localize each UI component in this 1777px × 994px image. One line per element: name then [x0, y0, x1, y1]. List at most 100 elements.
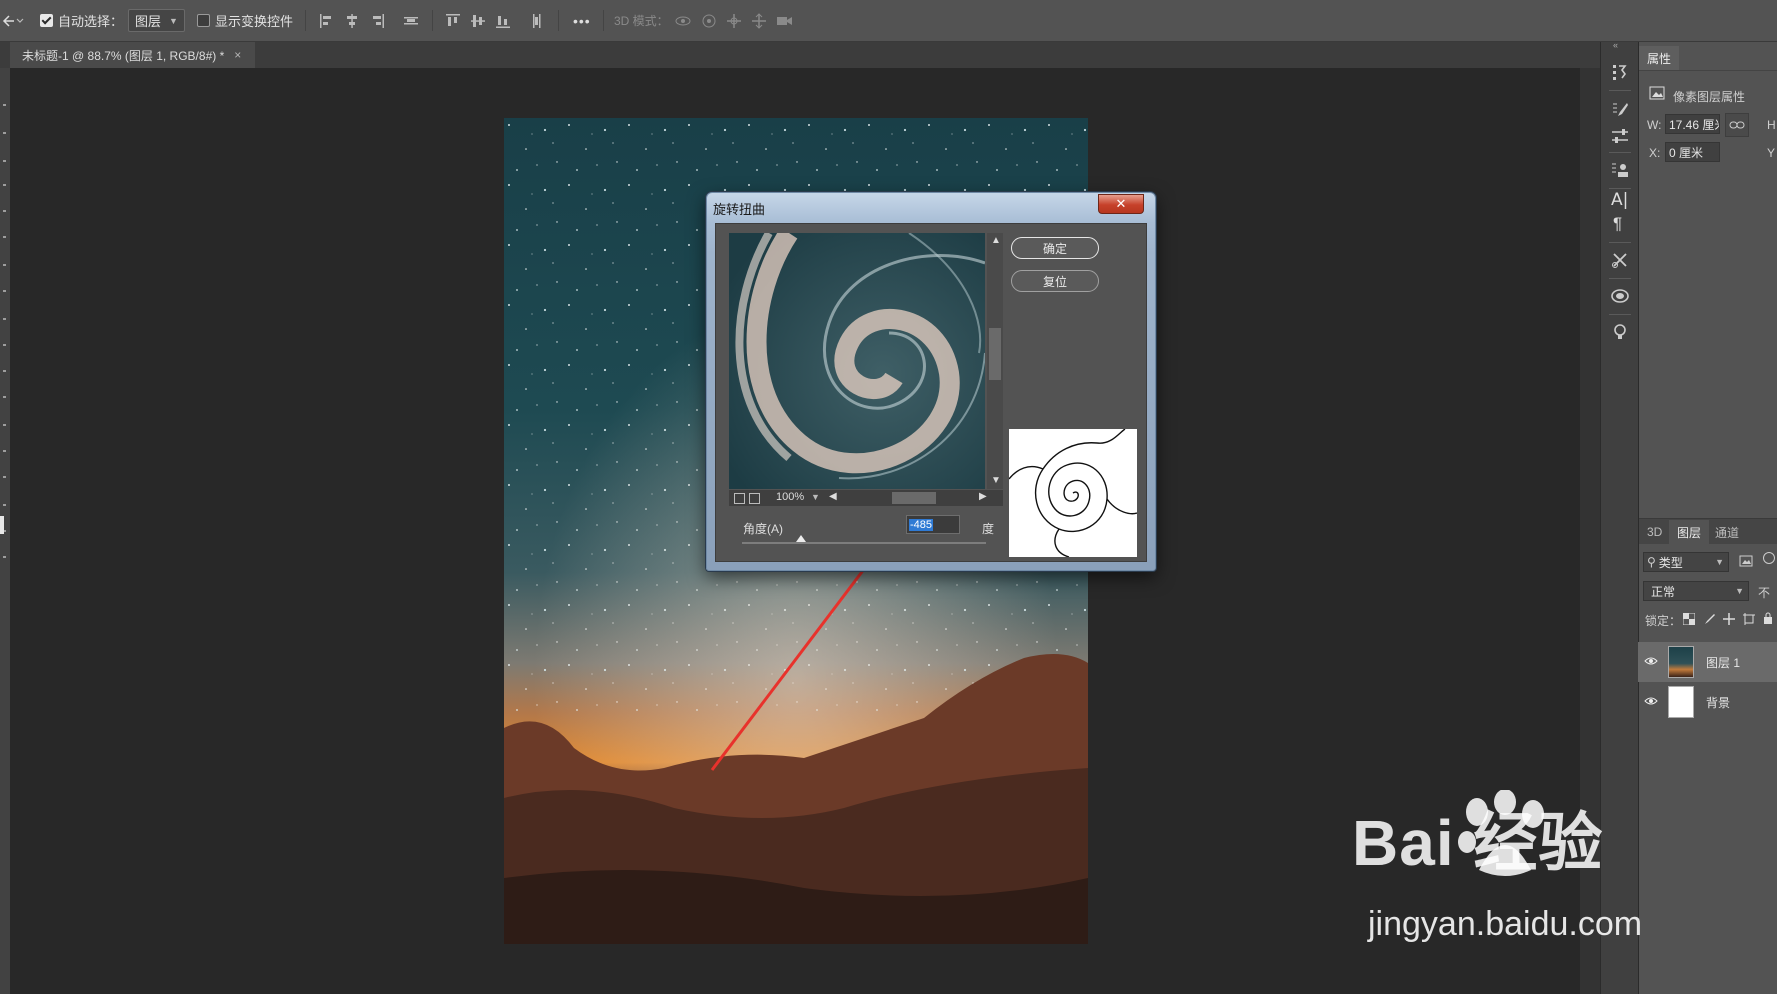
horizontal-scroll-thumb[interactable]: [892, 492, 936, 504]
close-icon: ✕: [1115, 196, 1127, 211]
move-tool-icon[interactable]: [2, 0, 24, 41]
layer-name[interactable]: 图层 1: [1706, 654, 1740, 671]
layer-row-1[interactable]: 图层 1: [1638, 642, 1777, 682]
show-transform-label: 显示变换控件: [215, 14, 294, 29]
tab-layers[interactable]: 图层: [1669, 520, 1710, 544]
angle-slider-track[interactable]: [742, 542, 986, 544]
lock-artboard-icon[interactable]: [1743, 613, 1755, 625]
chevron-down-icon[interactable]: ▼: [811, 492, 820, 502]
checkbox-icon[interactable]: [197, 14, 210, 27]
x-input[interactable]: 0 厘米: [1665, 142, 1720, 162]
lock-transparent-icon[interactable]: [1683, 613, 1695, 625]
blend-mode-value: 正常: [1651, 584, 1676, 599]
ok-button-label: 确定: [1042, 241, 1067, 256]
dialog-close-button[interactable]: ✕: [1098, 194, 1144, 214]
angle-input[interactable]: -485: [906, 515, 960, 534]
link-dimensions-icon[interactable]: [1725, 113, 1749, 137]
filter-adjustment-icon[interactable]: [1763, 552, 1775, 564]
divider: [603, 10, 604, 31]
tab-3d[interactable]: 3D: [1639, 520, 1670, 544]
filter-preview[interactable]: [729, 233, 985, 489]
width-value: 17.46 厘米: [1669, 117, 1719, 132]
blend-mode-dropdown[interactable]: 正常 ▼: [1643, 581, 1749, 601]
opacity-label: 不: [1758, 586, 1771, 600]
adjustments-icon[interactable]: [1610, 126, 1630, 146]
layer-row-background[interactable]: 背景: [1638, 682, 1777, 722]
scroll-down-icon[interactable]: ▼: [991, 475, 1001, 486]
checkbox-icon[interactable]: [40, 14, 53, 27]
scroll-thumb[interactable]: [989, 328, 1001, 380]
more-options-button[interactable]: •••: [573, 0, 591, 41]
document-tab[interactable]: 未标题-1 @ 88.7% (图层 1, RGB/8#) * ×: [10, 42, 256, 68]
align-right-icon[interactable]: [368, 12, 386, 30]
tools-panel: [0, 68, 10, 994]
3d-slide-icon[interactable]: [750, 12, 768, 30]
3d-pan-icon[interactable]: [725, 12, 743, 30]
divider: [432, 10, 433, 31]
tab-properties[interactable]: 属性: [1639, 46, 1680, 70]
twirl-preview-image: [729, 233, 985, 489]
ok-button[interactable]: 确定: [1011, 237, 1099, 259]
align-left-icon[interactable]: [318, 12, 336, 30]
lock-position-icon[interactable]: [1723, 613, 1735, 625]
preview-vertical-scrollbar[interactable]: ▲ ▼: [987, 233, 1003, 489]
layer-name[interactable]: 背景: [1706, 694, 1730, 711]
watermark-url: jingyan.baidu.com: [1368, 905, 1643, 943]
libraries-icon[interactable]: [1610, 286, 1630, 306]
align-bottom-icon[interactable]: [494, 12, 512, 30]
tab-channels[interactable]: 通道: [1707, 520, 1747, 544]
scroll-left-icon[interactable]: ◀: [829, 491, 837, 502]
character-icon[interactable]: A|: [1611, 190, 1628, 210]
paragraph-icon[interactable]: ¶: [1613, 214, 1622, 234]
angle-slider-thumb[interactable]: [795, 535, 806, 542]
preview-zoom-bar: 100% ▼ ◀ ▶: [729, 490, 1003, 506]
dialog-body: ▲ ▼ 100% ▼ ◀ ▶ 确定 复位 角度(A) -485 度: [715, 223, 1147, 562]
3d-mode-label: 3D 模式：: [614, 14, 669, 28]
auto-select-target-dropdown[interactable]: 图层 ▼: [128, 9, 185, 32]
lock-label: 锁定：: [1645, 614, 1682, 628]
chevron-down-icon: ▼: [1715, 557, 1724, 567]
clone-source-icon[interactable]: [1610, 160, 1630, 180]
twirl-dialog: 旋转扭曲 ✕ ▲ ▼ 100% ▼ ◀ ▶ 确定 复位 角度(A) -485 度: [706, 192, 1156, 571]
lock-pixels-brush-icon[interactable]: [1703, 613, 1715, 625]
align-middle-vertical-icon[interactable]: [469, 12, 487, 30]
distribute-vertical-icon[interactable]: [528, 12, 546, 30]
zoom-out-icon[interactable]: [734, 493, 745, 504]
layer-thumbnail: [1668, 646, 1694, 678]
width-input[interactable]: 17.46 厘米: [1665, 114, 1720, 134]
document-tab-title: 未标题-1 @ 88.7% (图层 1, RGB/8#) *: [22, 48, 225, 63]
zoom-in-icon[interactable]: [749, 493, 760, 504]
close-icon[interactable]: ×: [234, 48, 241, 62]
auto-select-checkbox[interactable]: 自动选择：: [40, 0, 123, 41]
tab-layers-label: 图层: [1677, 525, 1702, 540]
collapse-icon[interactable]: «: [1613, 40, 1618, 50]
visibility-eye-icon[interactable]: [1638, 695, 1664, 709]
tab-3d-label: 3D: [1647, 525, 1663, 539]
3d-camera-icon[interactable]: [775, 12, 793, 30]
angle-value[interactable]: -485: [909, 518, 934, 531]
align-top-icon[interactable]: [444, 12, 462, 30]
3d-orbit-icon[interactable]: [674, 12, 692, 30]
show-transform-checkbox[interactable]: 显示变换控件: [197, 0, 293, 41]
zoom-level: 100%: [776, 491, 805, 503]
reset-button-label: 复位: [1042, 274, 1067, 289]
twirl-spiral-preview: [1008, 428, 1138, 558]
layer-filter-dropdown[interactable]: ⚲ 类型 ▼: [1643, 552, 1729, 572]
scroll-up-icon[interactable]: ▲: [991, 235, 1001, 246]
brush-presets-icon[interactable]: [1610, 100, 1630, 120]
auto-select-label: 自动选择：: [58, 14, 124, 29]
align-center-horizontal-icon[interactable]: [343, 12, 361, 30]
3d-roll-icon[interactable]: [700, 12, 718, 30]
scroll-right-icon[interactable]: ▶: [979, 491, 987, 502]
distribute-horizontal-icon[interactable]: [402, 12, 420, 30]
learn-lightbulb-icon[interactable]: [1610, 322, 1630, 342]
reset-button[interactable]: 复位: [1011, 270, 1099, 292]
lock-all-icon[interactable]: [1763, 612, 1773, 625]
history-icon[interactable]: [1610, 62, 1630, 82]
filter-pixel-layer-icon[interactable]: [1739, 555, 1753, 567]
visibility-eye-icon[interactable]: [1638, 655, 1664, 669]
x-value: 0 厘米: [1669, 145, 1704, 160]
right-panels: 属性 像素图层属性 W: 17.46 厘米 H X: 0 厘米 Y 3D 图层 …: [1638, 42, 1777, 994]
tool-presets-icon[interactable]: [1610, 250, 1630, 270]
layer-thumbnail: [1668, 686, 1694, 718]
